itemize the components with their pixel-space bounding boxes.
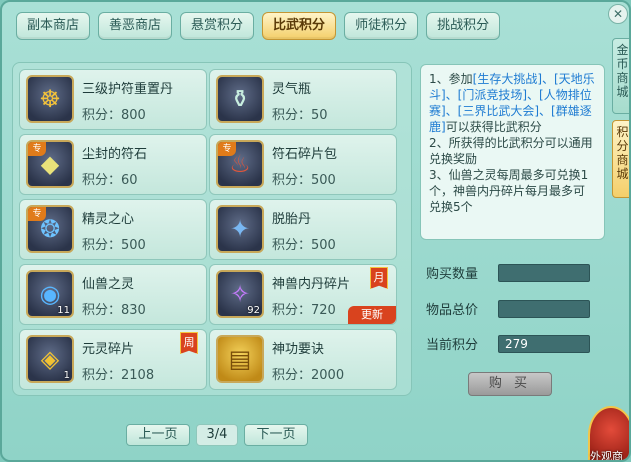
tab-gold-mall[interactable]: 金币商城 xyxy=(612,38,629,114)
shop-item[interactable]: ✧ 92 神兽内丹碎片 积分：720 月 更新 xyxy=(209,264,397,325)
tab-karma-shop[interactable]: 善恶商店 xyxy=(98,12,173,40)
rebirth-pill-icon: ✦ xyxy=(216,205,264,253)
shop-item[interactable]: ◉ 11 仙兽之灵 积分：830 xyxy=(19,264,207,325)
item-name: 神功要诀 xyxy=(272,342,325,357)
monthly-badge: 月 xyxy=(370,267,388,289)
talisman-pill-icon: ☸ xyxy=(26,75,74,123)
shop-tabs: 副本商店 善恶商店 悬赏积分 比武积分 师徒积分 挑战积分 xyxy=(16,12,501,40)
tab-points-mall[interactable]: 积分商城 xyxy=(612,120,629,198)
exclusive-tag: 专 xyxy=(28,207,46,221)
buy-button[interactable]: 购 买 xyxy=(468,372,552,396)
current-points-value: 279 xyxy=(498,335,590,353)
pagination: 上一页 3/4 下一页 xyxy=(126,424,308,446)
shop-item[interactable]: ⚱ 灵气瓶 积分：50 xyxy=(209,69,397,130)
item-name: 仙兽之灵 xyxy=(82,277,135,292)
item-price: 积分：500 xyxy=(82,238,146,253)
current-points-label: 当前积分 xyxy=(426,338,479,353)
shop-item[interactable]: ♨ 专 符石碎片包 积分：500 xyxy=(209,134,397,195)
item-price: 积分：830 xyxy=(82,303,146,318)
points-description: 1、参加[生存大挑战]、[天地乐斗]、[门派竞技场]、[人物排位赛]、[三界比武… xyxy=(420,64,605,240)
divine-beast-soul-icon: ◉ 11 xyxy=(26,270,74,318)
tab-dungeon-shop[interactable]: 副本商店 xyxy=(16,12,91,40)
item-price: 积分：500 xyxy=(272,238,336,253)
item-name: 元灵碎片 xyxy=(82,342,135,357)
buy-quantity-input[interactable] xyxy=(498,264,590,282)
spirit-heart-icon: ❂ 专 xyxy=(26,205,74,253)
total-price-label: 物品总价 xyxy=(426,303,479,318)
item-name: 三级护符重置丹 xyxy=(82,82,174,97)
close-icon[interactable]: ✕ xyxy=(608,4,628,24)
item-name: 脱胎丹 xyxy=(272,212,312,227)
shop-item[interactable]: ✦ 脱胎丹 积分：500 xyxy=(209,199,397,260)
shop-item[interactable]: ▤ 神功要诀 积分：2000 xyxy=(209,329,397,390)
shop-item[interactable]: ◈ 1 元灵碎片 积分：2108 周 xyxy=(19,329,207,390)
tab-challenge-points[interactable]: 挑战积分 xyxy=(426,12,501,40)
prev-page-button[interactable]: 上一页 xyxy=(126,424,190,446)
item-count: 1 xyxy=(63,370,70,381)
page-indicator: 3/4 xyxy=(196,424,238,446)
rune-fragment-pack-icon: ♨ 专 xyxy=(216,140,264,188)
item-grid: ☸ 三级护符重置丹 积分：800 ⚱ 灵气瓶 积分：50 ◆ 专 尘封的符石 积… xyxy=(12,62,412,396)
item-price: 积分：50 xyxy=(272,108,328,123)
exclusive-tag: 专 xyxy=(218,142,236,156)
item-price: 积分：800 xyxy=(82,108,146,123)
appearance-shop-label: 外观商 xyxy=(590,450,623,462)
item-name: 神兽内丹碎片 xyxy=(272,277,351,292)
item-price: 积分：500 xyxy=(272,173,336,188)
weekly-badge: 周 xyxy=(180,332,198,354)
item-count: 11 xyxy=(57,305,70,316)
yuanling-fragment-icon: ◈ 1 xyxy=(26,335,74,383)
item-price: 积分：2000 xyxy=(272,368,345,383)
item-name: 精灵之心 xyxy=(82,212,135,227)
updated-badge: 更新 xyxy=(348,306,396,324)
item-count: 92 xyxy=(247,305,260,316)
shop-window: ✕ 副本商店 善恶商店 悬赏积分 比武积分 师徒积分 挑战积分 ☸ 三级护符重置… xyxy=(0,0,631,462)
spirit-bottle-icon: ⚱ xyxy=(216,75,264,123)
shop-item[interactable]: ◆ 专 尘封的符石 积分：60 xyxy=(19,134,207,195)
item-name: 尘封的符石 xyxy=(82,147,148,162)
shop-item[interactable]: ☸ 三级护符重置丹 积分：800 xyxy=(19,69,207,130)
tab-duel-points[interactable]: 比武积分 xyxy=(262,12,337,40)
item-name: 灵气瓶 xyxy=(272,82,312,97)
total-price-value xyxy=(498,300,590,318)
exclusive-tag: 专 xyxy=(28,142,46,156)
sealed-rune-stone-icon: ◆ 专 xyxy=(26,140,74,188)
item-price: 积分：2108 xyxy=(82,368,155,383)
tab-mentor-points[interactable]: 师徒积分 xyxy=(344,12,419,40)
buy-quantity-label: 购买数量 xyxy=(426,267,479,282)
item-price: 积分：60 xyxy=(82,173,138,188)
item-price: 积分：720 xyxy=(272,303,336,318)
item-name: 符石碎片包 xyxy=(272,147,338,162)
shop-item[interactable]: ❂ 专 精灵之心 积分：500 xyxy=(19,199,207,260)
next-page-button[interactable]: 下一页 xyxy=(244,424,308,446)
beast-core-fragment-icon: ✧ 92 xyxy=(216,270,264,318)
tab-bounty-points[interactable]: 悬赏积分 xyxy=(180,12,255,40)
skill-manual-icon: ▤ xyxy=(216,335,264,383)
